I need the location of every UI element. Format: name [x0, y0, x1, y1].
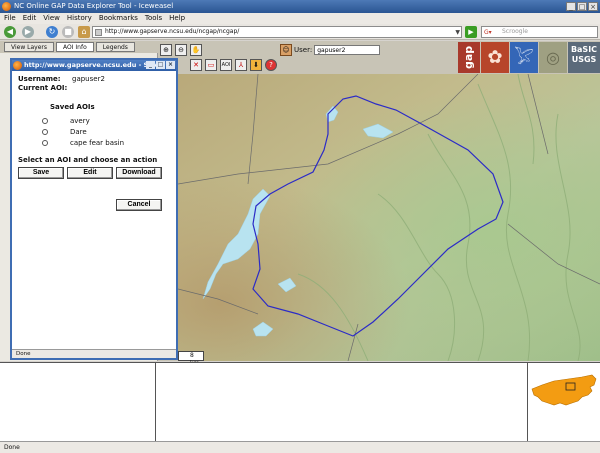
window-title: NC Online GAP Data Explorer Tool - Icewe…: [14, 2, 174, 10]
aoi-radio-avery[interactable]: [42, 117, 48, 124]
maximize-icon[interactable]: □: [577, 2, 587, 11]
pdf-icon[interactable]: ⅄: [235, 59, 247, 71]
current-aoi-label: Current AOI:: [18, 84, 68, 92]
pan-hand-icon[interactable]: ✋: [190, 44, 202, 56]
popup-title-bar[interactable]: http://www.gapserve.ncsu.edu - Sav _ □ ×: [12, 60, 176, 71]
popup-maximize-icon[interactable]: □: [156, 61, 165, 69]
popup-app-icon: [13, 61, 22, 70]
user-box: ☺ User:: [280, 44, 381, 56]
url-bar[interactable]: http://www.gapserve.ncsu.edu/ncgap/ncgap…: [92, 26, 462, 38]
username-label: Username:: [18, 75, 61, 83]
map-canvas[interactable]: [178, 74, 600, 361]
go-button[interactable]: ▶: [465, 26, 477, 38]
map-view[interactable]: [178, 74, 600, 361]
tab-aoi-info[interactable]: AOI Info: [56, 42, 94, 52]
panel-tabs: View Layers AOI Info Legends: [0, 41, 158, 53]
popup-status-text: Done: [16, 351, 31, 357]
menu-bookmarks[interactable]: Bookmarks: [99, 13, 138, 24]
close-icon[interactable]: ×: [588, 2, 598, 11]
iceweasel-icon: [2, 2, 11, 11]
saved-aois-title: Saved AOIs: [50, 103, 95, 111]
bird-logo-icon: 𓅯: [510, 42, 538, 73]
user-icon: ☺: [280, 44, 292, 56]
nc-overview-map[interactable]: [528, 363, 600, 442]
popup-status-bar: Done: [12, 349, 176, 358]
download-arrow-icon[interactable]: ⬇: [250, 59, 262, 71]
tab-legends[interactable]: Legends: [95, 42, 135, 52]
usgs-logo-text: USGS: [571, 55, 597, 64]
help-icon[interactable]: ?: [265, 59, 277, 71]
menu-tools[interactable]: Tools: [145, 13, 162, 24]
aoi-button[interactable]: AOI: [220, 59, 232, 71]
search-placeholder: Scroogle: [502, 28, 528, 35]
window-controls: _ □ ×: [566, 2, 598, 11]
cancel-row: Cancel: [18, 199, 170, 211]
username-value: gapuser2: [72, 75, 105, 83]
delete-shape-icon[interactable]: ▭: [205, 59, 217, 71]
action-buttons: Save Edit Download: [18, 167, 170, 179]
reload-icon[interactable]: ↻: [46, 26, 58, 38]
nc-state-shape: [531, 374, 597, 406]
popup-body: Username: gapuser2 Current AOI: Saved AO…: [12, 71, 176, 349]
cancel-button[interactable]: Cancel: [116, 199, 162, 211]
menu-bar: File Edit View History Bookmarks Tools H…: [0, 13, 600, 24]
download-button[interactable]: Download: [116, 167, 162, 179]
home-icon[interactable]: ⌂: [78, 26, 90, 38]
aoi-item-avery[interactable]: avery: [18, 115, 170, 126]
flower-logo-icon: ✿: [481, 42, 509, 73]
basic-usgs-logo: BaSIC USGS: [568, 42, 600, 73]
menu-history[interactable]: History: [67, 13, 92, 24]
menu-view[interactable]: View: [43, 13, 60, 24]
popup-window-controls: _ □ ×: [146, 61, 175, 69]
bottom-panels: [0, 362, 600, 442]
overview-map-panel[interactable]: [528, 363, 600, 442]
menu-edit[interactable]: Edit: [23, 13, 37, 24]
aoi-radio-dare[interactable]: [42, 128, 48, 135]
minimize-icon[interactable]: _: [566, 2, 576, 11]
hill-shade: [178, 74, 600, 361]
aoi-item-cape-fear-basin[interactable]: cape fear basin: [18, 137, 170, 148]
search-engine-icon[interactable]: G▾: [484, 28, 499, 36]
tab-view-layers[interactable]: View Layers: [4, 42, 54, 52]
menu-help[interactable]: Help: [169, 13, 185, 24]
search-box[interactable]: G▾ Scroogle: [481, 26, 598, 38]
aoi-label-dare: Dare: [70, 127, 87, 136]
aoi-label-avery: avery: [70, 116, 90, 125]
edit-button[interactable]: Edit: [67, 167, 113, 179]
navigation-toolbar: ◀ ▶ ↻ ■ ⌂ http://www.gapserve.ncsu.edu/n…: [0, 24, 600, 40]
back-icon[interactable]: ◀: [4, 26, 16, 38]
basic-logo-text: BaSIC: [570, 45, 598, 54]
map-toolbar: ⊕ ⊖ ✋ ✕ ▭ AOI ⅄ ⬇ ? ☺ User: gap ✿ 𓅯 ◎ Ba…: [158, 41, 600, 74]
aoi-item-dare[interactable]: Dare: [18, 126, 170, 137]
user-label: User:: [294, 46, 313, 54]
gap-logo: gap: [458, 42, 480, 73]
url-dropdown-icon[interactable]: ▼: [455, 28, 460, 38]
popup-title: http://www.gapserve.ncsu.edu - Sav: [24, 61, 157, 69]
aoi-radio-cape-fear-basin[interactable]: [42, 139, 48, 146]
zoom-in-icon[interactable]: ⊕: [160, 44, 172, 56]
stop-icon[interactable]: ■: [62, 26, 74, 38]
contour-logo-icon: ◎: [539, 42, 567, 73]
zoom-out-icon[interactable]: ⊖: [175, 44, 187, 56]
save-button[interactable]: Save: [18, 167, 64, 179]
aoi-popup-window: http://www.gapserve.ncsu.edu - Sav _ □ ×…: [10, 58, 178, 360]
current-aoi-row: Current AOI:: [18, 84, 170, 93]
username-row: Username: gapuser2: [18, 75, 170, 84]
instruction-text: Select an AOI and choose an action: [18, 156, 158, 164]
page-favicon-icon: [95, 29, 102, 36]
menu-file[interactable]: File: [4, 13, 16, 24]
browser-title-bar: NC Online GAP Data Explorer Tool - Icewe…: [0, 0, 600, 13]
user-input[interactable]: [314, 45, 381, 55]
status-text: Done: [4, 444, 20, 451]
popup-close-icon[interactable]: ×: [166, 61, 175, 69]
url-text: http://www.gapserve.ncsu.edu/ncgap/ncgap…: [105, 28, 240, 35]
popup-minimize-icon[interactable]: _: [146, 61, 155, 69]
aoi-label-cape-fear-basin: cape fear basin: [70, 138, 125, 147]
bottom-left-panel: [0, 363, 156, 442]
clear-x-icon[interactable]: ✕: [190, 59, 202, 71]
bottom-center-panel: [156, 363, 528, 442]
forward-icon[interactable]: ▶: [22, 26, 34, 38]
status-bar: Done: [0, 441, 600, 453]
scale-bar: 8 km: [178, 351, 204, 367]
